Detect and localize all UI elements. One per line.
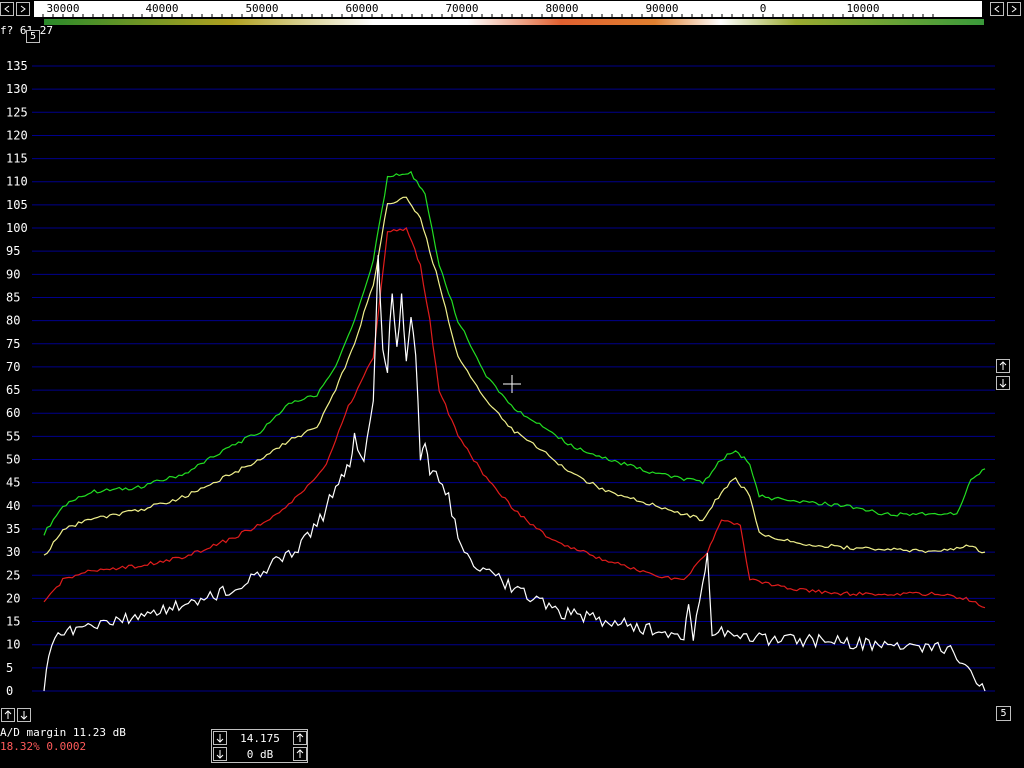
trace-green — [43, 170, 986, 536]
readout-box[interactable]: 5 — [26, 30, 40, 43]
zoom-down-button[interactable] — [996, 376, 1010, 390]
gain-up-button[interactable] — [293, 747, 307, 761]
y-axis-label: 50 — [6, 453, 20, 467]
y-axis-label: 125 — [6, 105, 28, 119]
y-axis-label: 75 — [6, 337, 20, 351]
arrow-up-icon — [296, 749, 304, 758]
y-axis-label: 130 — [6, 82, 28, 96]
y-axis-label: 0 — [6, 684, 13, 698]
y-axis-label: 85 — [6, 290, 20, 304]
y-axis-up-button[interactable] — [1, 708, 15, 722]
grid-lines — [32, 65, 995, 692]
y-axis-label: 30 — [6, 545, 20, 559]
y-axis-label: 70 — [6, 360, 20, 374]
frequency-up-button[interactable] — [293, 731, 307, 745]
y-axis-label: 120 — [6, 128, 28, 142]
frequency-gain-control: 14.175 0 dB — [211, 729, 308, 763]
y-axis-label: 10 — [6, 638, 20, 652]
y-axis-label: 45 — [6, 476, 20, 490]
cpu-status: 18.32% 0.0002 — [0, 740, 86, 753]
y-axis-label: 90 — [6, 267, 20, 281]
arrow-down-icon — [20, 711, 28, 720]
arrow-up-icon — [4, 710, 12, 719]
y-axis-label: 15 — [6, 615, 20, 629]
y-axis-label: 40 — [6, 499, 20, 513]
y-axis-label: 35 — [6, 522, 20, 536]
spectrum-traces — [43, 170, 986, 692]
y-axis-label: 20 — [6, 591, 20, 605]
frequency-down-button[interactable] — [213, 731, 227, 745]
y-axis-label: 135 — [6, 59, 28, 73]
y-axis-label: 5 — [6, 661, 13, 675]
y-axis-label: 95 — [6, 244, 20, 258]
arrow-down-icon — [216, 734, 224, 743]
ad-margin-status: A/D margin 11.23 dB — [0, 726, 126, 739]
frequency-value[interactable]: 14.175 — [228, 732, 292, 745]
arrow-up-icon — [999, 361, 1007, 370]
trace-red — [43, 227, 986, 609]
cpu-status-text: 18.32% 0.0002 — [0, 740, 87, 753]
y-axis-label: 65 — [6, 383, 20, 397]
arrow-down-icon — [999, 379, 1007, 388]
gain-down-button[interactable] — [213, 747, 227, 761]
arrow-down-icon — [216, 750, 224, 759]
y-axis-label: 80 — [6, 314, 20, 328]
ad-margin-text: A/D margin 11.23 dB — [0, 726, 126, 739]
y-axis-labels: 1351301251201151101051009590858075706560… — [6, 59, 28, 698]
zoom-up-button[interactable] — [996, 359, 1010, 373]
y-axis-label: 55 — [6, 429, 20, 443]
y-axis-down-button[interactable] — [17, 708, 31, 722]
bottom-right-box-value: 5 — [1000, 707, 1007, 719]
arrow-up-icon — [296, 733, 304, 742]
bottom-right-box[interactable]: 5 — [996, 706, 1011, 721]
gain-value[interactable]: 0 dB — [228, 748, 292, 761]
y-axis-label: 100 — [6, 221, 28, 235]
y-axis-label: 25 — [6, 568, 20, 582]
y-axis-label: 105 — [6, 198, 28, 212]
readout-box-value: 5 — [29, 30, 37, 42]
y-axis-label: 110 — [6, 175, 28, 189]
spectrum-display[interactable]: 1351301251201151101051009590858075706560… — [0, 0, 1024, 768]
y-axis-label: 115 — [6, 152, 28, 166]
y-axis-label: 60 — [6, 406, 20, 420]
